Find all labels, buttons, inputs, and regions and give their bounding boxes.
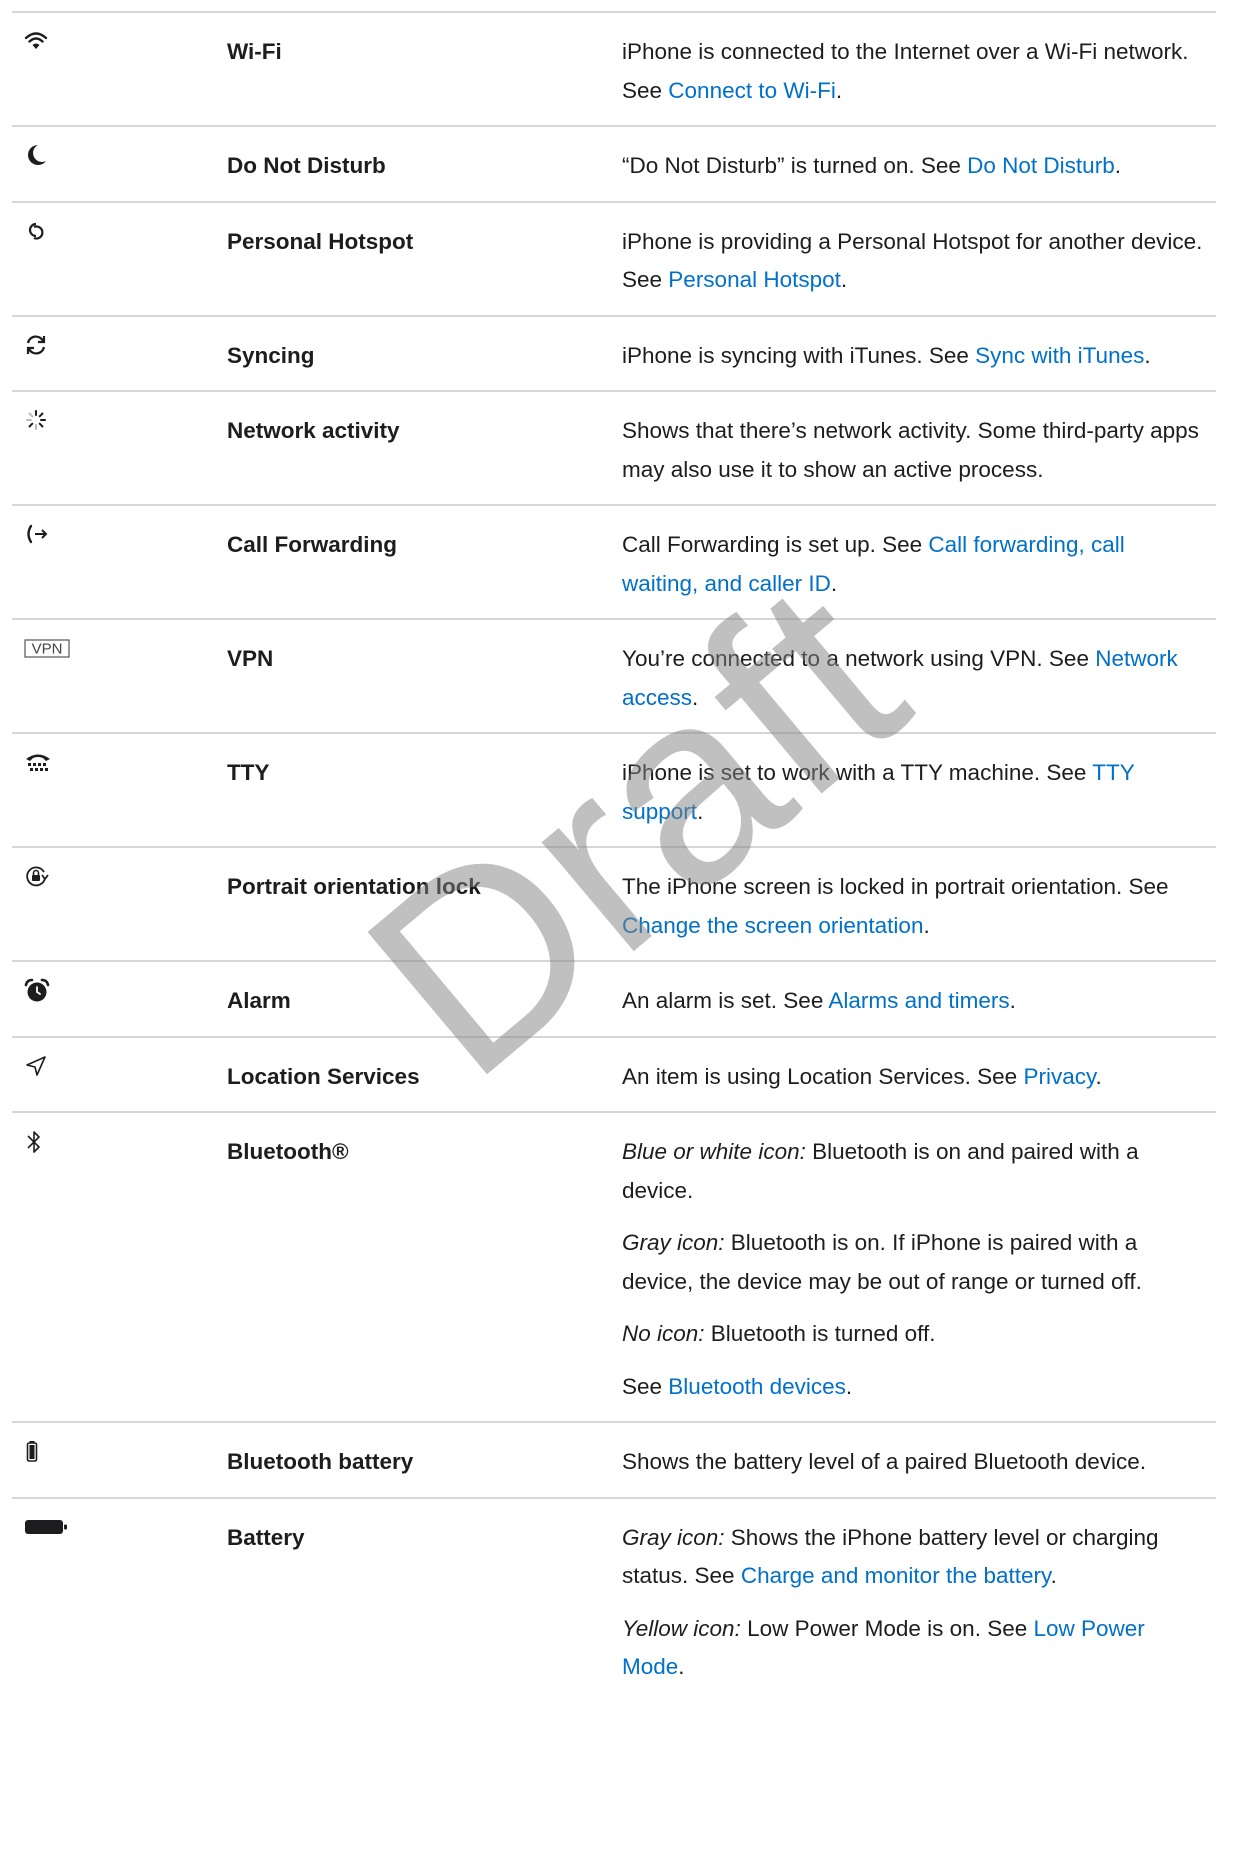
row-description: “Do Not Disturb” is turned on. See Do No…: [622, 153, 1121, 178]
alarm-icon: [24, 978, 50, 1002]
row-name: Bluetooth®: [227, 1139, 349, 1164]
network-activity-icon: [26, 410, 46, 430]
row-name: Syncing: [227, 342, 315, 368]
row-description: The iPhone screen is locked in portrait …: [622, 874, 1169, 938]
row-description: Call Forwarding is set up. See Call forw…: [622, 532, 1125, 596]
row-description: Gray icon: Shows the iPhone battery leve…: [622, 1524, 1159, 1680]
svg-text:VPN: VPN: [32, 641, 63, 658]
link-personal-hotspot[interactable]: Personal Hotspot: [668, 267, 841, 292]
table-row: TTY iPhone is set to work with a TTY mac…: [12, 734, 1216, 848]
link-change-screen-orientation[interactable]: Change the screen orientation: [622, 913, 923, 938]
table-row: Battery Gray icon: Shows the iPhone batt…: [12, 1499, 1216, 1702]
row-name: Portrait orientation lock: [227, 874, 481, 899]
table-row: Network activity Shows that there’s netw…: [12, 392, 1216, 506]
call-forwarding-icon: [27, 524, 48, 544]
row-name: Battery: [227, 1524, 305, 1550]
row-description: Shows that there’s network activity. Som…: [622, 418, 1199, 482]
wifi-icon: [24, 32, 48, 49]
status-icons-table: Wi-Fi iPhone is connected to the Interne…: [12, 11, 1216, 1702]
link-charge-and-monitor-battery[interactable]: Charge and monitor the battery: [741, 1563, 1051, 1588]
table-row: Location Services An item is using Locat…: [12, 1038, 1216, 1113]
link-privacy[interactable]: Privacy: [1023, 1064, 1095, 1089]
table-row: Personal Hotspot iPhone is providing a P…: [12, 203, 1216, 317]
link-connect-to-wifi[interactable]: Connect to Wi-Fi: [668, 78, 836, 103]
row-name: Location Services: [227, 1063, 420, 1089]
row-name: Alarm: [227, 988, 291, 1013]
row-name: Call Forwarding: [227, 532, 398, 557]
table-row: Syncing iPhone is syncing with iTunes. S…: [12, 317, 1216, 392]
sync-icon: [26, 334, 46, 355]
hotspot-icon: [28, 222, 44, 240]
orientation-lock-icon: [26, 866, 49, 887]
table-row: Portrait orientation lock The iPhone scr…: [12, 848, 1216, 962]
row-name: VPN: [227, 646, 274, 671]
table-row: Alarm An alarm is set. See Alarms and ti…: [12, 962, 1216, 1038]
link-do-not-disturb[interactable]: Do Not Disturb: [967, 153, 1115, 178]
link-bluetooth-devices[interactable]: Bluetooth devices: [668, 1374, 846, 1399]
table-row: Bluetooth battery Shows the battery leve…: [12, 1423, 1216, 1499]
row-description: Blue or white icon: Bluetooth is on and …: [622, 1139, 1142, 1399]
table-row: Wi-Fi iPhone is connected to the Interne…: [12, 13, 1216, 127]
table-row: Do Not Disturb “Do Not Disturb” is turne…: [12, 127, 1216, 203]
bluetooth-battery-icon: [26, 1441, 38, 1462]
row-description: iPhone is set to work with a TTY machine…: [622, 760, 1135, 824]
row-name: Bluetooth battery: [227, 1449, 414, 1474]
table-row: Call Forwarding Call Forwarding is set u…: [12, 506, 1216, 620]
row-name: TTY: [227, 760, 270, 785]
row-name: Personal Hotspot: [227, 228, 414, 254]
row-description: Shows the battery level of a paired Blue…: [622, 1449, 1147, 1474]
row-name: Wi-Fi: [227, 39, 282, 64]
bluetooth-icon: [27, 1131, 40, 1153]
table-row: VPN VPN You’re connected to a network us…: [12, 620, 1216, 734]
link-sync-with-itunes[interactable]: Sync with iTunes: [975, 343, 1144, 368]
tty-icon: [26, 754, 50, 771]
row-description: An item is using Location Services. See …: [622, 1063, 1102, 1089]
row-description: iPhone is connected to the Internet over…: [622, 39, 1189, 103]
row-description: iPhone is providing a Personal Hotspot f…: [622, 228, 1203, 293]
row-name: Network activity: [227, 418, 400, 443]
vpn-icon: VPN: [24, 639, 70, 658]
table-row: Bluetooth® Blue or white icon: Bluetooth…: [12, 1113, 1216, 1423]
location-icon: [26, 1055, 46, 1076]
moon-icon: [28, 145, 46, 165]
link-alarms-and-timers[interactable]: Alarms and timers: [828, 988, 1009, 1013]
row-name: Do Not Disturb: [227, 153, 386, 178]
row-description: An alarm is set. See Alarms and timers.: [622, 988, 1016, 1013]
row-description: iPhone is syncing with iTunes. See Sync …: [622, 342, 1151, 368]
battery-icon: [25, 1519, 67, 1534]
row-description: You’re connected to a network using VPN.…: [622, 646, 1178, 710]
